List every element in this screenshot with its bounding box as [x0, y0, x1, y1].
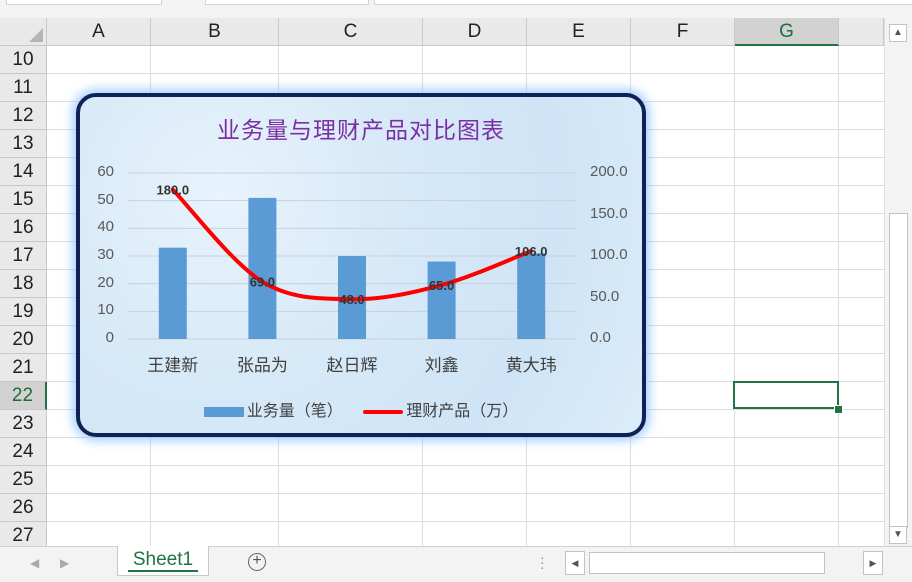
column-gridline: [838, 46, 839, 546]
y-right-tick-label: 150.0: [590, 204, 628, 222]
chart-data-label: 48.0: [339, 292, 364, 307]
x-category-label: 王建新: [147, 356, 199, 375]
row-gridline: [47, 521, 884, 522]
row-header-12[interactable]: 12: [0, 102, 47, 130]
row-header-10[interactable]: 10: [0, 46, 47, 74]
scroll-right-icon[interactable]: ▶: [863, 551, 883, 575]
fill-handle[interactable]: [834, 405, 843, 414]
splitter-handle-icon[interactable]: · · ·: [540, 550, 545, 574]
top-strip: [0, 0, 912, 19]
y-right-tick-label: 50.0: [590, 287, 620, 305]
vertical-scroll-thumb[interactable]: [889, 213, 908, 528]
row-header-17[interactable]: 17: [0, 242, 47, 270]
tab-sheet1-label: Sheet1: [132, 549, 194, 570]
row-header-25[interactable]: 25: [0, 466, 47, 494]
selected-cell-g22[interactable]: [733, 381, 839, 409]
legend-line-label: 理财产品（万）: [406, 403, 519, 420]
row-header-15[interactable]: 15: [0, 186, 47, 214]
tab-nav-next-icon[interactable]: ▶: [60, 556, 69, 570]
row-header-20[interactable]: 20: [0, 326, 47, 354]
row-header-11[interactable]: 11: [0, 74, 47, 102]
formula-bar-segment[interactable]: [6, 0, 162, 5]
chart-bar: [248, 197, 277, 339]
x-category-label: 赵日辉: [326, 356, 378, 375]
column-header-a[interactable]: A: [47, 18, 151, 46]
chart-legend: 业务量（笔） 理财产品（万）: [80, 397, 642, 421]
chart-data-label: 106.0: [515, 244, 548, 259]
legend-line-swatch: [363, 409, 404, 414]
row-header-13[interactable]: 13: [0, 130, 47, 158]
chart-data-label: 69.0: [250, 275, 275, 290]
column-header-b[interactable]: B: [151, 18, 279, 46]
column-header-c[interactable]: C: [279, 18, 423, 46]
row-gridline: [47, 437, 884, 438]
select-all-corner[interactable]: [0, 18, 47, 46]
y-left-tick-label: 40: [97, 218, 114, 236]
y-left-tick-label: 30: [97, 246, 114, 263]
add-sheet-icon[interactable]: +: [248, 553, 266, 571]
y-left-tick-label: 0: [105, 329, 114, 346]
row-header-24[interactable]: 24: [0, 438, 47, 466]
row-header-26[interactable]: 26: [0, 494, 47, 522]
scroll-up-icon[interactable]: ▲: [889, 24, 907, 42]
row-header-18[interactable]: 18: [0, 270, 47, 298]
column-header-d[interactable]: D: [423, 18, 527, 46]
horizontal-scroll-thumb[interactable]: [589, 552, 825, 574]
vertical-scrollbar[interactable]: ▲ ▼: [884, 18, 912, 546]
y-right-tick-label: 0.0: [590, 329, 611, 346]
chart-bar: [427, 261, 456, 339]
formula-bar-segment[interactable]: [374, 0, 912, 5]
legend-line-series: 理财产品（万）: [363, 397, 518, 421]
sheet-tab-bar: ◀ ▶ Sheet1 + · · · ◀ ▶: [0, 546, 912, 582]
column-header-f[interactable]: F: [631, 18, 735, 46]
x-category-label: 刘鑫: [424, 356, 459, 375]
horizontal-scrollbar[interactable]: ◀ ▶: [565, 551, 883, 575]
y-left-tick-label: 20: [97, 273, 114, 291]
row-header-21[interactable]: 21: [0, 354, 47, 382]
scroll-left-icon[interactable]: ◀: [565, 551, 585, 575]
formula-bar-segment[interactable]: [205, 0, 369, 5]
y-right-tick-label: 200.0: [590, 163, 628, 180]
chart-object[interactable]: 业务量与理财产品对比图表 180.0 69.0 48.0 65.0 106.0 0 10 2…: [76, 93, 646, 437]
x-category-label: 张品为: [236, 356, 288, 375]
row-header-23[interactable]: 23: [0, 410, 47, 438]
chart-plot: 180.0 69.0 48.0 65.0 106.0: [128, 172, 576, 340]
chart-bar: [517, 253, 546, 339]
row-header-22[interactable]: 22: [0, 382, 47, 410]
column-header-next[interactable]: [839, 18, 884, 46]
row-gridline: [47, 73, 884, 74]
row-header-14[interactable]: 14: [0, 158, 47, 186]
tab-nav-prev-icon[interactable]: ◀: [30, 556, 39, 570]
legend-bar-swatch: [203, 406, 244, 417]
y-right-tick-label: 100.0: [590, 246, 628, 263]
column-header-g[interactable]: G: [735, 18, 839, 46]
column-gridline: [734, 46, 735, 546]
scroll-down-icon[interactable]: ▼: [889, 526, 907, 544]
row-gridline: [47, 493, 884, 494]
chart-bar: [158, 247, 187, 339]
chart-data-label: 65.0: [429, 278, 454, 293]
row-header-27[interactable]: 27: [0, 522, 47, 546]
y-left-tick-label: 10: [97, 301, 114, 319]
row-header-19[interactable]: 19: [0, 298, 47, 326]
row-header-16[interactable]: 16: [0, 214, 47, 242]
y-left-tick-label: 60: [97, 163, 114, 180]
row-gridline: [47, 465, 884, 466]
chart-data-label: 180.0: [157, 183, 190, 198]
x-category-label: 黄大玮: [505, 356, 557, 375]
legend-bar-series: 业务量（笔）: [203, 397, 343, 421]
legend-bar-label: 业务量（笔）: [246, 403, 343, 420]
tab-sheet1[interactable]: Sheet1: [117, 546, 209, 576]
y-left-tick-label: 50: [97, 190, 114, 208]
column-header-e[interactable]: E: [527, 18, 631, 46]
